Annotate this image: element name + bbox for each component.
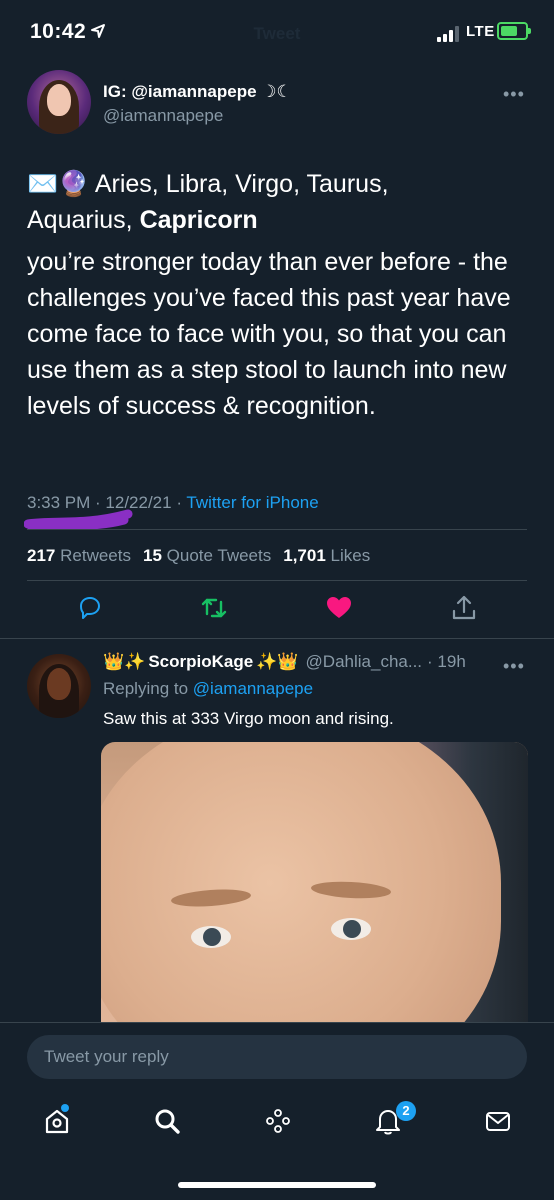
signal-icon bbox=[437, 26, 459, 42]
author-name[interactable]: IG: @iamannapepe ☽☾ bbox=[103, 82, 292, 102]
reply-input[interactable] bbox=[27, 1035, 527, 1079]
tab-search[interactable] bbox=[147, 1101, 187, 1141]
tweet-source[interactable]: Twitter for iPhone bbox=[186, 493, 318, 512]
reply-author-name[interactable]: ScorpioKage bbox=[148, 652, 253, 672]
tweet-stats: 217 Retweets 15 Quote Tweets 1,701 Likes bbox=[27, 546, 370, 566]
reply-avatar[interactable] bbox=[27, 654, 91, 718]
reply-name-suffix: ✨👑 bbox=[256, 652, 299, 671]
tweet-emoji-prefix: ✉️🔮 bbox=[27, 170, 90, 198]
tweet-signs-line1: Aries, Libra, Virgo, Taurus, bbox=[94, 170, 389, 198]
replying-to-label: Replying to bbox=[103, 679, 189, 698]
replying-to: Replying to @iamannapepe bbox=[103, 679, 313, 699]
reply-name-prefix: 👑✨ bbox=[103, 652, 146, 671]
reply-header: 👑✨ ScorpioKage ✨👑 @Dahlia_cha... · 19h bbox=[103, 652, 466, 672]
spaces-icon bbox=[266, 1109, 290, 1133]
bottom-bar: 2 bbox=[0, 1022, 554, 1200]
more-options-icon[interactable]: ••• bbox=[503, 84, 525, 105]
retweets-stat[interactable]: 217 Retweets bbox=[27, 546, 131, 566]
battery-icon bbox=[497, 22, 531, 40]
share-icon[interactable] bbox=[450, 594, 478, 622]
notifications-badge: 2 bbox=[396, 1101, 416, 1121]
divider bbox=[0, 638, 554, 639]
reply-media-image[interactable] bbox=[101, 742, 528, 1042]
author-avatar[interactable] bbox=[27, 70, 91, 134]
media-face bbox=[101, 742, 501, 1042]
tweet-signs: ✉️🔮 Aries, Libra, Virgo, Taurus, Aquariu… bbox=[27, 166, 537, 238]
tweet-signs-bold: Capricorn bbox=[139, 206, 258, 234]
status-bar: 10:42 Tweet LTE bbox=[0, 0, 554, 70]
reply-more-options-icon[interactable]: ••• bbox=[503, 656, 525, 677]
avatar-face bbox=[47, 84, 71, 116]
tweet-body: you’re stronger today than ever before -… bbox=[27, 248, 511, 420]
replying-to-handle[interactable]: @iamannapepe bbox=[193, 679, 313, 698]
reply-author-handle[interactable]: @Dahlia_cha... bbox=[306, 652, 423, 672]
reply-text: Saw this at 333 Virgo moon and rising. bbox=[103, 709, 394, 728]
reply-icon[interactable] bbox=[76, 594, 104, 622]
redaction-scribble bbox=[24, 509, 133, 530]
messages-icon bbox=[486, 1112, 510, 1131]
tab-messages[interactable] bbox=[478, 1101, 518, 1141]
search-icon bbox=[155, 1109, 180, 1134]
tweet-signs-line2: Aquarius, bbox=[27, 206, 140, 234]
tab-spaces[interactable] bbox=[258, 1101, 298, 1141]
quote-tweets-stat[interactable]: 15 Quote Tweets bbox=[143, 546, 271, 566]
network-label: LTE bbox=[466, 23, 495, 40]
reply-composer[interactable] bbox=[27, 1035, 527, 1079]
divider bbox=[27, 529, 527, 530]
media-eye bbox=[331, 918, 371, 940]
reply-age: · 19h bbox=[427, 652, 466, 671]
heart-icon[interactable] bbox=[325, 594, 353, 622]
media-eye bbox=[191, 926, 231, 948]
avatar-face bbox=[47, 668, 71, 700]
author-handle[interactable]: @iamannapepe bbox=[103, 106, 223, 126]
retweet-icon[interactable] bbox=[200, 594, 228, 622]
likes-stat[interactable]: 1,701 Likes bbox=[283, 546, 370, 566]
tab-home[interactable] bbox=[37, 1101, 77, 1141]
home-new-indicator bbox=[61, 1104, 69, 1112]
home-indicator bbox=[178, 1182, 376, 1188]
divider bbox=[27, 580, 527, 581]
